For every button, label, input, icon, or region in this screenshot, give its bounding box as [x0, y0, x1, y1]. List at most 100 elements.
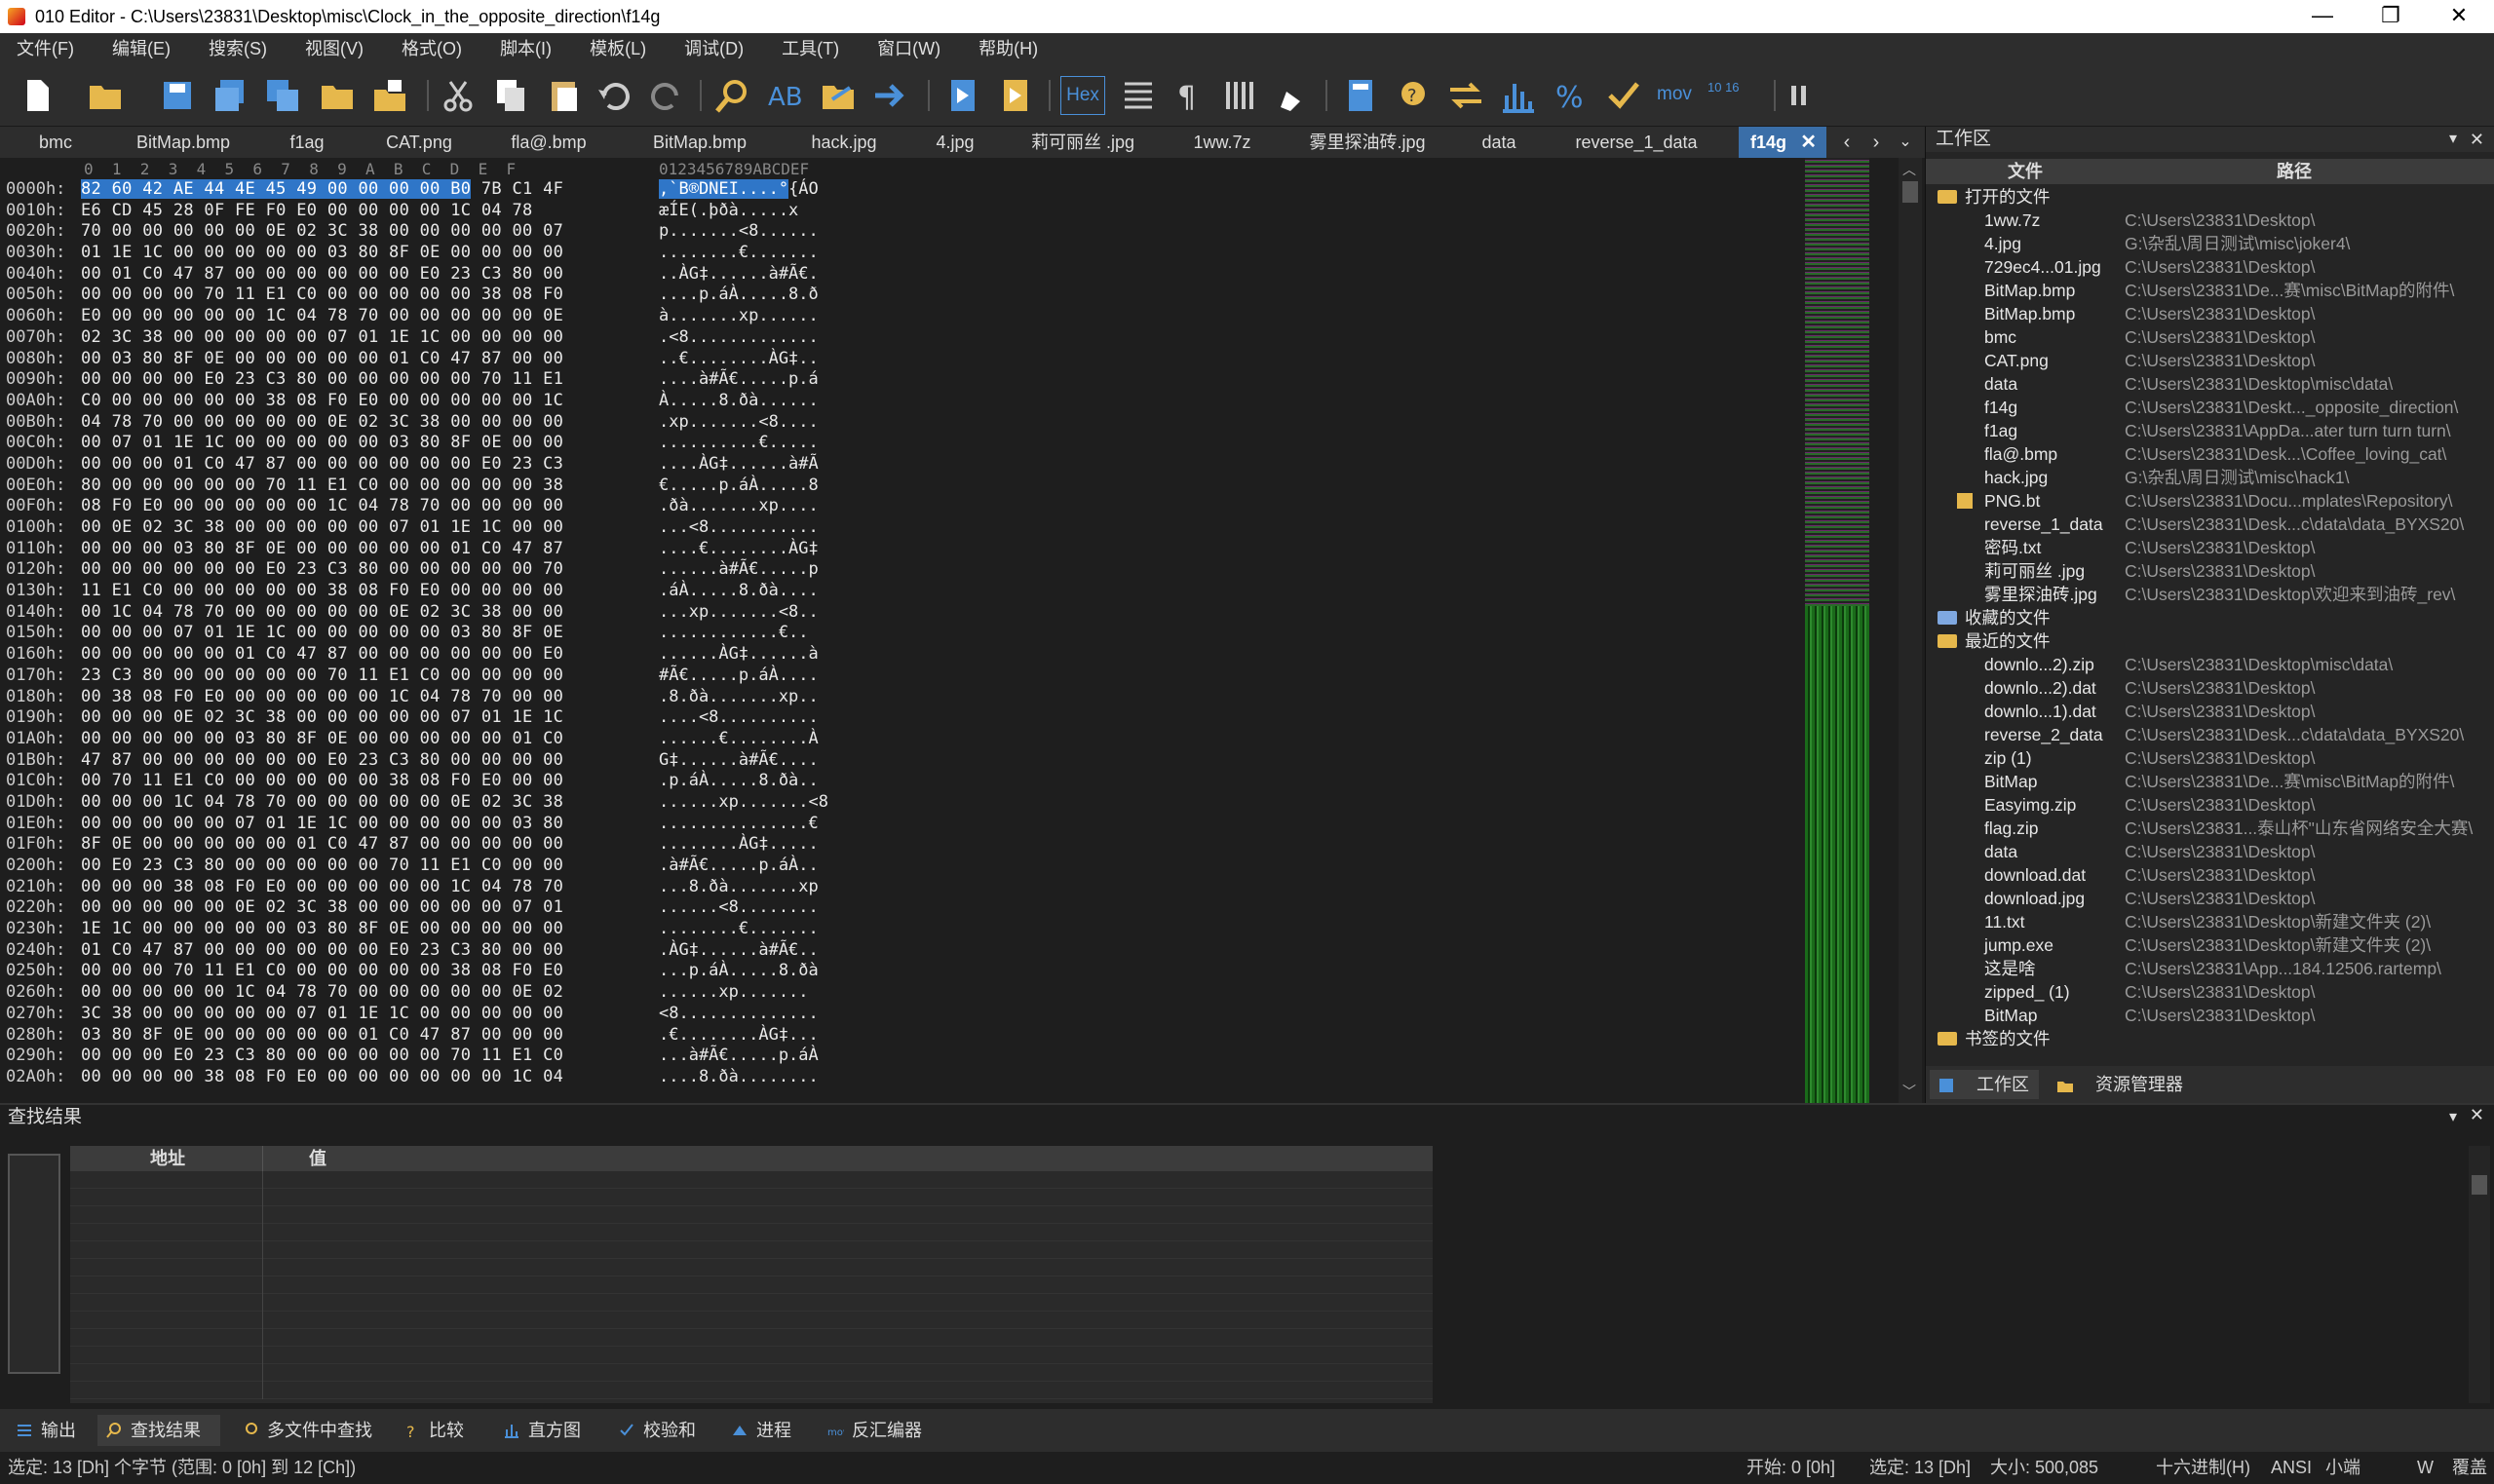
find-icon[interactable]	[713, 76, 752, 115]
find-result-row[interactable]	[70, 1364, 1433, 1382]
file-item[interactable]: 雾里探油砖.jpg C:\Users\23831\Desktop\欢迎来到油砖_r…	[1926, 583, 2494, 606]
row-ascii[interactable]: ........€.......	[659, 243, 819, 264]
row-ascii[interactable]: .8.ðà.......xp..	[659, 687, 819, 708]
row-bytes[interactable]: 00 00 00 00 00 07 01 1E 1C 00 00 00 00 0…	[81, 814, 563, 835]
file-item[interactable]: 莉可丽丝 .jpg C:\Users\23831\Desktop\	[1926, 559, 2494, 583]
row-ascii[interactable]: ........ÀG‡.....	[659, 834, 819, 856]
run-script-icon[interactable]	[943, 76, 982, 115]
menu-window[interactable]: 窗口(W)	[861, 33, 957, 64]
status-start[interactable]: 开始: 0 [0h]	[1746, 1452, 1835, 1484]
menu-script[interactable]: 脚本(I)	[483, 33, 568, 64]
tab-1ww[interactable]: 1ww.7z	[1173, 127, 1271, 158]
percent-icon[interactable]: %	[1552, 76, 1591, 115]
row-ascii[interactable]: ........€.......	[659, 919, 819, 940]
row-ascii[interactable]: ‚`B®DNEI....°{ÁO	[659, 179, 819, 201]
row-ascii[interactable]: ......€........À	[659, 729, 819, 750]
file-item[interactable]: zipped_ (1) C:\Users\23831\Desktop\	[1926, 980, 2494, 1004]
file-item[interactable]: 4.jpg G:\杂乱\周日测试\misc\joker4\	[1926, 232, 2494, 255]
menu-search[interactable]: 搜索(S)	[192, 33, 284, 64]
row-ascii[interactable]: ....€........ÀG‡	[659, 539, 819, 560]
row-bytes[interactable]: 00 00 00 00 00 0E 02 3C 38 00 00 00 00 0…	[81, 897, 563, 919]
file-item[interactable]: downlo...2).zip C:\Users\23831\Desktop\mi…	[1926, 653, 2494, 676]
row-ascii[interactable]: .áÀ.....8.ðà....	[659, 581, 819, 602]
row-ascii[interactable]: ....8.ðà........	[659, 1067, 819, 1088]
row-bytes[interactable]: 00 00 00 00 00 1C 04 78 70 00 00 00 00 0…	[81, 982, 563, 1004]
tab-fla[interactable]: fla@.bmp	[495, 127, 602, 158]
row-ascii[interactable]: ....ÀG‡......à#Ã	[659, 454, 819, 476]
row-bytes[interactable]: 00 00 00 1C 04 78 70 00 00 00 00 00 0E 0…	[81, 792, 563, 814]
file-item[interactable]: reverse_2_data C:\Users\23831\Desk...c\da…	[1926, 723, 2494, 746]
row-ascii[interactable]: .xp.......<8....	[659, 412, 819, 434]
calculator-icon[interactable]	[1341, 76, 1380, 115]
row-bytes[interactable]: 00 00 00 00 E0 23 C3 80 00 00 00 00 00 7…	[81, 369, 563, 391]
minimize-button[interactable]: —	[2288, 0, 2357, 33]
row-ascii[interactable]: ......à#Ã€.....p	[659, 559, 819, 581]
file-item[interactable]: Easyimg.zip C:\Users\23831\Desktop\	[1926, 793, 2494, 817]
row-bytes[interactable]: 70 00 00 00 00 00 0E 02 3C 38 00 00 00 0…	[81, 221, 563, 243]
compare-icon[interactable]	[1446, 76, 1485, 115]
row-ascii[interactable]: ...à#Ã€.....p.áÀ	[659, 1046, 819, 1067]
row-ascii[interactable]: €.....p.áÀ.....8	[659, 476, 819, 497]
find-results-table[interactable]: 地址 值	[70, 1146, 1433, 1403]
file-item[interactable]: downlo...1).dat C:\Users\23831\Desktop\	[1926, 700, 2494, 723]
row-ascii[interactable]: .<8.............	[659, 327, 819, 349]
selected-bytes[interactable]: 82 60 42 AE 44 4E 45 49 00 00 00 00 B0	[81, 179, 472, 199]
menu-edit[interactable]: 编辑(E)	[96, 33, 187, 64]
tab-prev-icon[interactable]: ‹	[1832, 127, 1861, 158]
undo-icon[interactable]	[595, 76, 633, 115]
file-item[interactable]: reverse_1_data C:\Users\23831\Desk...c\da…	[1926, 513, 2494, 536]
row-ascii[interactable]: .ÀG‡......à#Ã€..	[659, 940, 819, 962]
row-ascii[interactable]: æÍE(.þðà.....x	[659, 201, 798, 222]
save-as-icon[interactable]	[211, 76, 249, 115]
find-result-row[interactable]	[70, 1206, 1433, 1224]
row-bytes[interactable]: 8F 0E 00 00 00 00 00 01 C0 47 87 00 00 0…	[81, 834, 563, 856]
file-item[interactable]: download.dat C:\Users\23831\Desktop\	[1926, 863, 2494, 887]
row-bytes[interactable]: 82 60 42 AE 44 4E 45 49 00 00 00 00 B0 7…	[81, 179, 563, 201]
open-folder2-icon[interactable]	[318, 76, 357, 115]
group-recent[interactable]: 最近的文件	[1926, 629, 2494, 653]
tab-data[interactable]: data	[1462, 127, 1536, 158]
row-bytes[interactable]: 00 03 80 8F 0E 00 00 00 00 00 01 C0 47 8…	[81, 349, 563, 370]
menu-format[interactable]: 格式(O)	[385, 33, 479, 64]
replace-icon[interactable]: AB	[766, 76, 805, 115]
selected-ascii[interactable]: ‚`B®DNEI....°	[659, 179, 789, 199]
hex-mode-button[interactable]: Hex	[1060, 76, 1105, 115]
row-ascii[interactable]: ..€........ÀG‡..	[659, 349, 819, 370]
file-item[interactable]: hack.jpg G:\杂乱\周日测试\misc\hack1\	[1926, 466, 2494, 489]
find-result-row[interactable]	[70, 1224, 1433, 1241]
tab-histogram[interactable]: 直方图	[495, 1415, 581, 1446]
row-bytes[interactable]: 00 00 00 03 80 8F 0E 00 00 00 00 00 01 C…	[81, 539, 563, 560]
row-bytes[interactable]: 3C 38 00 00 00 00 00 07 01 1E 1C 00 00 0…	[81, 1004, 563, 1025]
tab-find-results[interactable]: 查找结果	[97, 1415, 220, 1446]
row-ascii[interactable]: ..ÀG‡......à#Ã€.	[659, 264, 819, 285]
file-item[interactable]: 这是啥 C:\Users\23831\App...184.12506.rartem…	[1926, 957, 2494, 980]
row-ascii[interactable]: ......<8........	[659, 897, 819, 919]
tab-cat[interactable]: CAT.png	[370, 127, 468, 158]
find-result-row[interactable]	[70, 1382, 1433, 1399]
redo-icon[interactable]	[647, 76, 686, 115]
file-item[interactable]: zip (1) C:\Users\23831\Desktop\	[1926, 746, 2494, 770]
tab-fog[interactable]: 雾里探油砖.jpg	[1296, 127, 1439, 158]
row-ascii[interactable]: p.......<8......	[659, 221, 819, 243]
row-ascii[interactable]: ....p.áÀ.....8.ð	[659, 285, 819, 306]
tab-next-icon[interactable]: ›	[1861, 127, 1891, 158]
cut-icon[interactable]	[439, 76, 478, 115]
tab-output[interactable]: 输出	[8, 1415, 76, 1446]
scroll-up-icon[interactable]: ︿	[1902, 160, 1916, 179]
find-in-files-icon[interactable]	[819, 76, 858, 115]
new-file-icon[interactable]	[18, 76, 57, 115]
text-mode-icon[interactable]	[1119, 76, 1158, 115]
row-ascii[interactable]: .ðà.......xp....	[659, 496, 819, 517]
row-bytes[interactable]: 47 87 00 00 00 00 00 00 E0 23 C3 80 00 0…	[81, 750, 563, 772]
row-bytes[interactable]: 00 00 00 E0 23 C3 80 00 00 00 00 00 70 1…	[81, 1046, 563, 1067]
row-ascii[interactable]: À.....8.ðà......	[659, 391, 819, 412]
tab-bmc[interactable]: bmc	[21, 127, 90, 158]
col-address-header[interactable]: 地址	[150, 1146, 185, 1171]
inspector-icon[interactable]: ?	[1394, 76, 1433, 115]
scroll-down-icon[interactable]: ﹀	[1902, 1082, 1916, 1101]
row-bytes[interactable]: 00 1C 04 78 70 00 00 00 00 00 0E 02 3C 3…	[81, 602, 563, 624]
find-scroll-thumb[interactable]	[2472, 1175, 2487, 1195]
tab-hack[interactable]: hack.jpg	[795, 127, 893, 158]
row-ascii[interactable]: ...<8...........	[659, 517, 819, 539]
group-bookmarks[interactable]: 书签的文件	[1926, 1027, 2494, 1050]
